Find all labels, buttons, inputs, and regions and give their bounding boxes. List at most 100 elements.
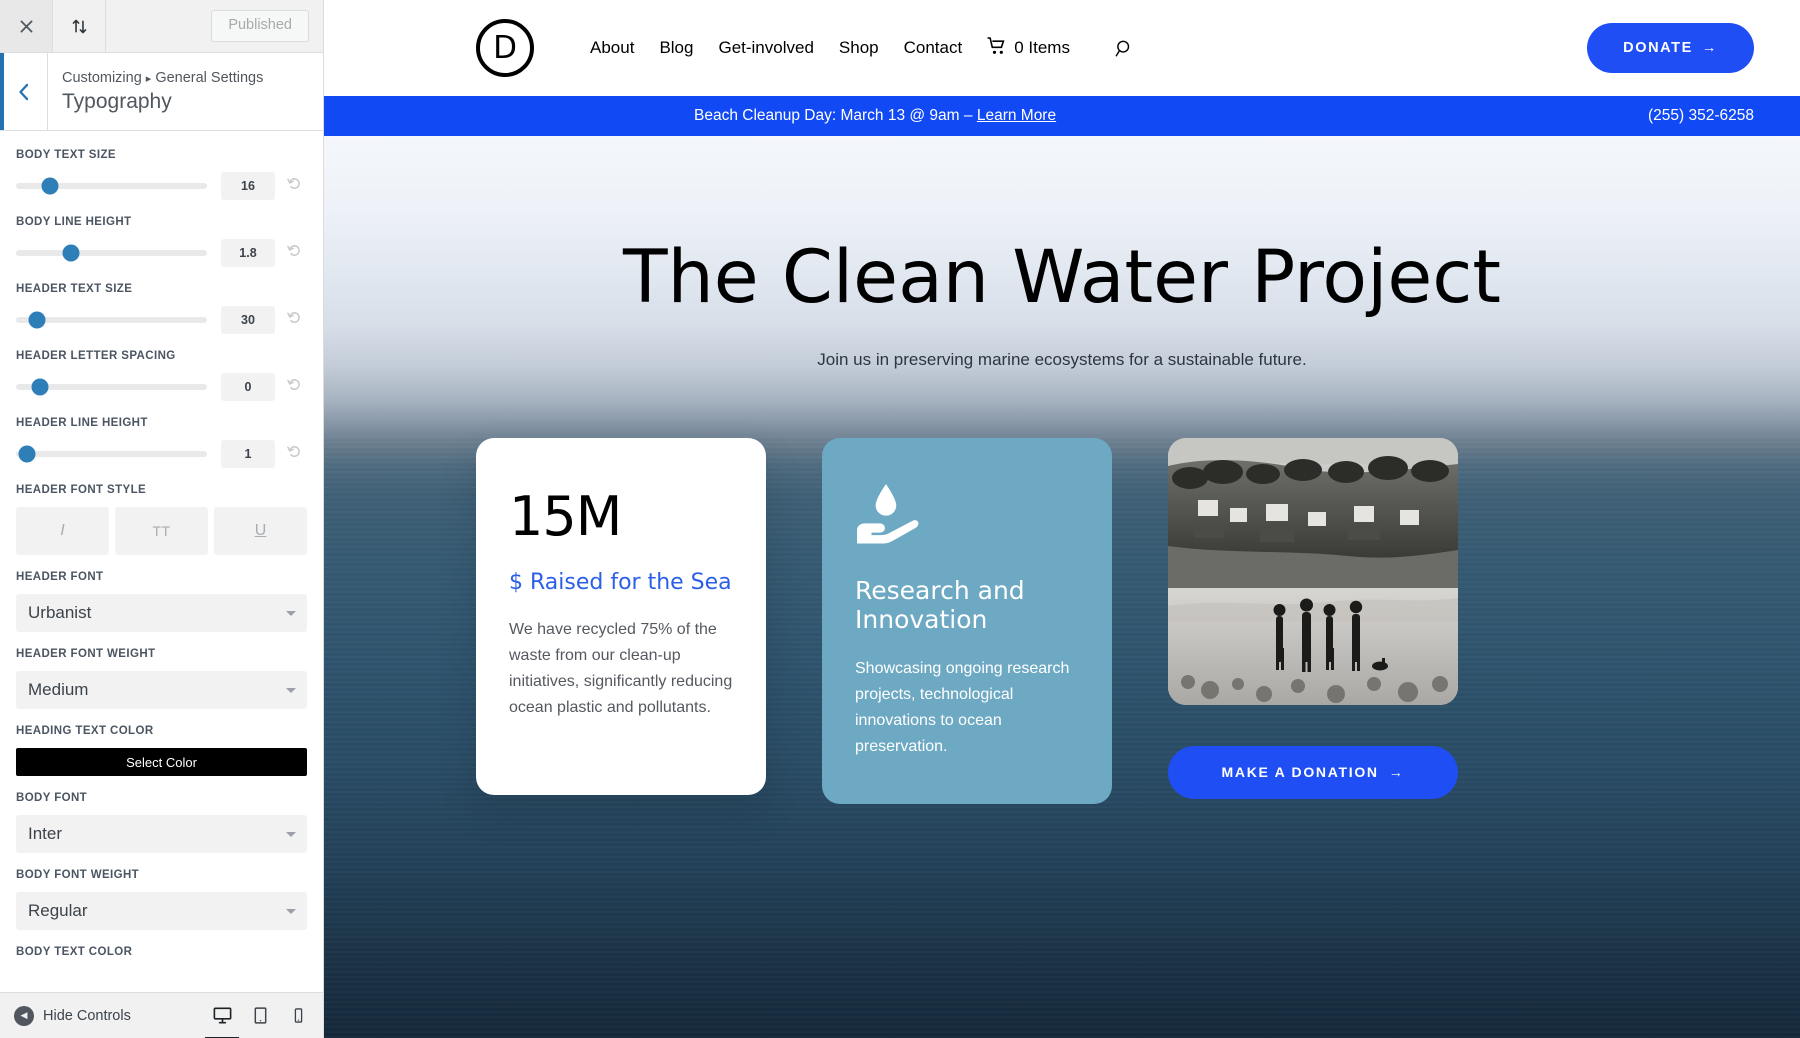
slider-thumb[interactable] <box>18 445 36 463</box>
body-text-size-slider[interactable] <box>16 177 207 195</box>
body-font-select[interactable]: Inter <box>16 815 307 853</box>
donate-button[interactable]: DONATE → <box>1587 23 1754 73</box>
chevron-left-icon[interactable] <box>0 53 48 130</box>
header-text-size-slider[interactable] <box>16 311 207 329</box>
control-heading-text-color: Heading Text Color Select Color <box>16 725 307 776</box>
control-label: Body Font <box>16 792 88 804</box>
reset-icon[interactable] <box>281 377 307 397</box>
uppercase-icon: TT <box>152 523 171 539</box>
search-icon[interactable] <box>1115 39 1134 58</box>
slider-thumb[interactable] <box>31 378 49 396</box>
announcement-learn-more-link[interactable]: Learn More <box>977 107 1056 124</box>
slider-row: 1 <box>16 440 307 468</box>
collapse-sidebar-icon[interactable] <box>53 0 106 52</box>
nav-item-shop[interactable]: Shop <box>839 38 879 58</box>
arrow-right-icon: → <box>1701 40 1718 56</box>
slider-thumb[interactable] <box>41 177 59 195</box>
tablet-view-icon[interactable] <box>249 1005 271 1027</box>
reset-icon[interactable] <box>281 444 307 464</box>
feature-card: Research and Innovation Showcasing ongoi… <box>822 437 1112 804</box>
header-line-height-value[interactable]: 1 <box>221 440 275 468</box>
close-icon[interactable] <box>0 0 53 52</box>
customizer-app: Published Customizing ▸ General Settings T… <box>0 0 1800 1038</box>
italic-button[interactable]: I <box>16 507 109 555</box>
cart-link[interactable]: 0 Items <box>987 36 1070 60</box>
control-body-text-color: Body Text Color <box>16 946 307 958</box>
body-font-value: Inter <box>28 824 63 843</box>
slider-row: 1.8 <box>16 239 307 267</box>
body-font-weight-select[interactable]: Regular <box>16 892 307 930</box>
nav-item-get-involved[interactable]: Get-involved <box>718 38 813 58</box>
reset-icon[interactable] <box>281 176 307 196</box>
mobile-view-icon[interactable] <box>287 1005 309 1027</box>
heading-select-color-button[interactable]: Select Color <box>16 748 307 776</box>
make-a-donation-label: MAKE A DONATION <box>1221 764 1379 781</box>
stat-card: 15M $ Raised for the Sea We have recycle… <box>476 437 766 795</box>
control-header-font-style: Header Font Style I TT U <box>16 484 307 555</box>
chevron-down-icon <box>286 832 296 837</box>
device-preview-buttons <box>205 1005 309 1038</box>
control-header-text-size: Header Text Size 30 <box>16 283 307 334</box>
underline-button[interactable]: U <box>214 507 307 555</box>
header-line-height-slider[interactable] <box>16 445 207 463</box>
people-on-beach-photo <box>1168 437 1458 705</box>
customizer-titles: Customizing ▸ General Settings Typography <box>48 68 263 116</box>
caret-left-circle-icon: ◀ <box>14 1005 34 1026</box>
hide-controls-button[interactable]: ◀ Hide Controls <box>14 1005 131 1026</box>
image-card: MAKE A DONATION → <box>1168 437 1458 799</box>
stat-body-text: We have recycled 75% of the waste from o… <box>509 620 733 716</box>
phone-number[interactable]: (255) 352-6258 <box>1648 107 1754 125</box>
slider-row: 16 <box>16 172 307 200</box>
stat-label: $ Raised for the Sea <box>509 569 732 595</box>
header-letter-spacing-slider[interactable] <box>16 378 207 396</box>
make-a-donation-button[interactable]: MAKE A DONATION → <box>1168 745 1458 799</box>
control-label: Body Text Size <box>16 149 116 161</box>
nav-item-about[interactable]: About <box>590 38 634 58</box>
chevron-down-icon <box>286 611 296 616</box>
reset-icon[interactable] <box>281 310 307 330</box>
announcement-bar: Beach Cleanup Day: March 13 @ 9am – Lear… <box>324 96 1800 136</box>
feature-card-title: Research and Innovation <box>855 575 1025 634</box>
header-font-value: Urbanist <box>28 603 92 622</box>
header-text-size-value[interactable]: 30 <box>221 306 275 334</box>
customizer-header: Customizing ▸ General Settings Typography <box>0 53 323 131</box>
control-label: Body Font Weight <box>16 869 140 881</box>
hero-title: The Clean Water Project <box>622 235 1502 320</box>
body-text-size-value[interactable]: 16 <box>221 172 275 200</box>
breadcrumb: Customizing ▸ General Settings <box>62 68 263 88</box>
slider-thumb[interactable] <box>62 244 80 262</box>
feature-card-body: Showcasing ongoing research projects, te… <box>855 659 1070 755</box>
breadcrumb-section[interactable]: General Settings <box>155 70 263 86</box>
customizer-controls: Body Text Size 16 Body Line Height <box>0 131 323 992</box>
page-title: Typography <box>62 90 172 113</box>
control-body-font: Body Font Inter <box>16 792 307 853</box>
header-font-select[interactable]: Urbanist <box>16 594 307 632</box>
site-logo[interactable]: D <box>476 19 534 77</box>
control-header-letter-spacing: Header Letter Spacing 0 <box>16 350 307 401</box>
stat-number: 15M <box>509 484 622 548</box>
hero-cards: 15M $ Raised for the Sea We have recycle… <box>324 437 1800 804</box>
arrow-right-icon: → <box>1388 764 1405 781</box>
cart-count-label: 0 Items <box>1014 38 1070 57</box>
header-font-weight-value: Medium <box>28 680 89 699</box>
control-header-font-weight: Header Font Weight Medium <box>16 648 307 709</box>
header-letter-spacing-value[interactable]: 0 <box>221 373 275 401</box>
hand-holding-water-drop-icon <box>855 482 921 544</box>
body-line-height-slider[interactable] <box>16 244 207 262</box>
body-line-height-value[interactable]: 1.8 <box>221 239 275 267</box>
published-status: Published <box>211 10 309 42</box>
breadcrumb-root[interactable]: Customizing <box>62 70 142 86</box>
reset-icon[interactable] <box>281 243 307 263</box>
body-font-weight-value: Regular <box>28 901 88 920</box>
control-label: Header Font <box>16 571 104 583</box>
desktop-view-icon[interactable] <box>205 1005 239 1038</box>
nav-item-blog[interactable]: Blog <box>659 38 693 58</box>
header-font-weight-select[interactable]: Medium <box>16 671 307 709</box>
announcement-text: Beach Cleanup Day: March 13 @ 9am – <box>694 107 977 124</box>
site-preview: D About Blog Get-involved Shop Contact 0… <box>324 0 1800 1038</box>
uppercase-button[interactable]: TT <box>115 507 208 555</box>
control-body-line-height: Body Line Height 1.8 <box>16 216 307 267</box>
select-color-label: Select Color <box>126 754 197 770</box>
slider-thumb[interactable] <box>28 311 46 329</box>
nav-item-contact[interactable]: Contact <box>904 38 963 58</box>
